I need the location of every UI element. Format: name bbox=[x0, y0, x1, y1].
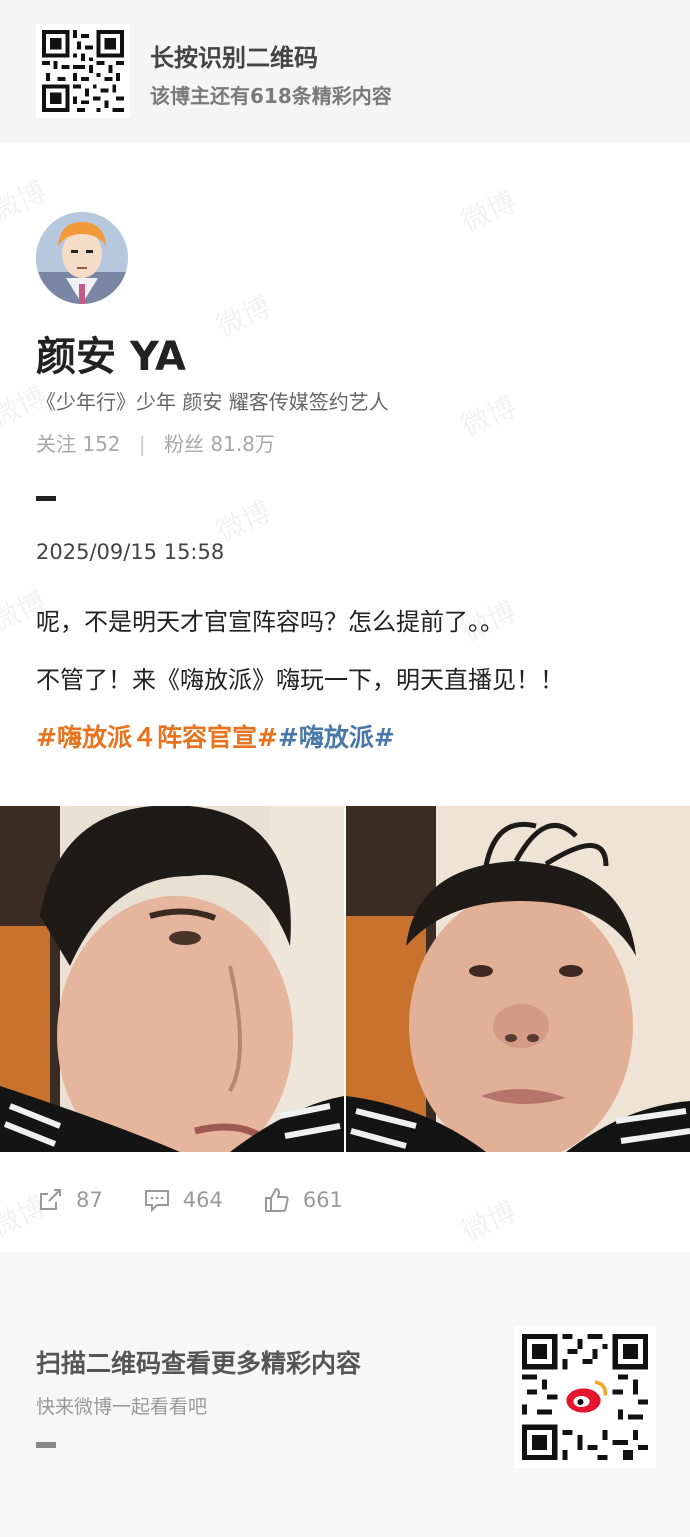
stats-divider: | bbox=[138, 432, 146, 456]
profile-name[interactable]: 颜安 YA bbox=[36, 324, 186, 382]
following-label: 关注 bbox=[36, 432, 76, 456]
watermark: 微博 bbox=[211, 289, 276, 344]
qr-code[interactable] bbox=[36, 24, 130, 118]
qr-code[interactable] bbox=[514, 1326, 656, 1468]
repost-button[interactable]: 87 bbox=[36, 1186, 103, 1214]
post-photo[interactable] bbox=[346, 806, 690, 1152]
divider-dash bbox=[36, 496, 56, 501]
banner-subtitle: 该博主还有618条精彩内容 bbox=[150, 84, 392, 108]
footer-title: 扫描二维码查看更多精彩内容 bbox=[36, 1349, 362, 1378]
repost-count: 87 bbox=[76, 1188, 103, 1212]
share-icon bbox=[40, 1189, 61, 1210]
followers-count: 81.8万 bbox=[210, 432, 275, 456]
thumbs-up-icon bbox=[264, 1187, 289, 1212]
avatar[interactable] bbox=[36, 212, 128, 304]
banner-title: 长按识别二维码 bbox=[150, 44, 318, 72]
divider-dash bbox=[36, 1442, 56, 1448]
qr-banner: 长按识别二维码 该博主还有618条精彩内容 bbox=[0, 0, 690, 142]
like-count: 661 bbox=[302, 1188, 343, 1212]
footer-subtitle: 快来微博一起看看吧 bbox=[36, 1396, 208, 1418]
post-photo[interactable] bbox=[0, 806, 344, 1152]
comment-count: 464 bbox=[182, 1188, 223, 1212]
comment-button[interactable]: 464 bbox=[143, 1186, 223, 1214]
watermark: 微博 bbox=[456, 1194, 521, 1249]
watermark: 微博 bbox=[0, 174, 51, 229]
post-hashtags: #嗨放派４阵容官宣##嗨放派# bbox=[36, 718, 395, 754]
profile-stats: 关注 152 | 粉丝 81.8万 bbox=[36, 428, 275, 457]
post-text-line: 不管了！来《嗨放派》嗨玩一下，明天直播见！！ bbox=[36, 666, 564, 694]
post-date: 2025/09/15 15:58 bbox=[36, 540, 225, 564]
footer-banner: 扫描二维码查看更多精彩内容 快来微博一起看看吧 bbox=[0, 1252, 690, 1537]
followers-label: 粉丝 bbox=[164, 432, 205, 456]
following-count: 152 bbox=[82, 432, 121, 456]
watermark: 微博 bbox=[456, 184, 521, 239]
hashtag-link[interactable]: #嗨放派４阵容官宣# bbox=[36, 723, 278, 752]
comment-icon bbox=[144, 1190, 169, 1213]
watermark: 微博 bbox=[456, 389, 521, 444]
post-actions: 87 464 661 bbox=[36, 1186, 383, 1214]
post-text-line: 呢，不是明天才官宣阵容吗？怎么提前了。。 bbox=[36, 608, 504, 636]
profile-bio: 《少年行》少年 颜安 耀客传媒签约艺人 bbox=[36, 390, 389, 414]
hashtag-link[interactable]: #嗨放派# bbox=[278, 723, 395, 752]
like-button[interactable]: 661 bbox=[263, 1186, 343, 1214]
